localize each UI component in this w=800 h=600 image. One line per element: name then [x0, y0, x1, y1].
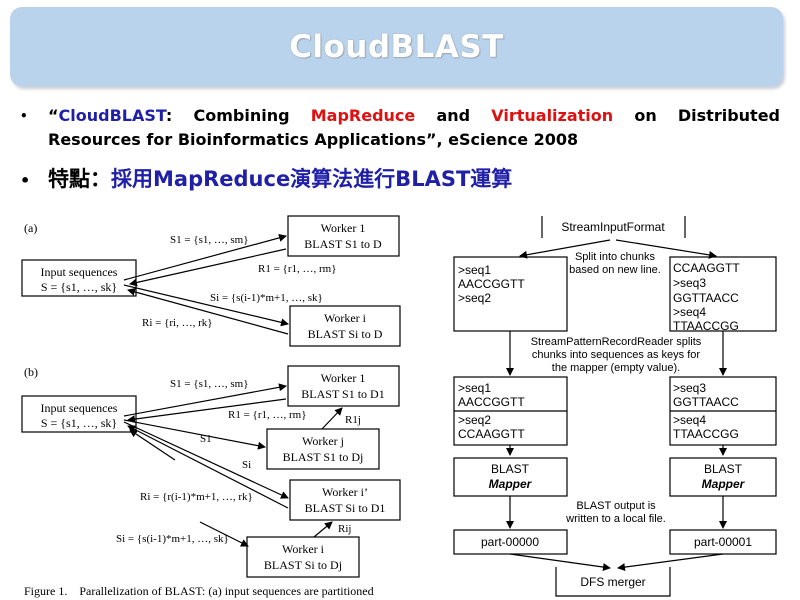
mapper-right-line1: BLAST [704, 462, 743, 476]
si-label-b: Si = {s(i-1)*m+1, …, sk} [116, 533, 229, 545]
citation-text: “CloudBLAST: Combining MapReduce and Vir… [48, 104, 780, 152]
worker1-b-line2: BLAST S1 to D1 [301, 387, 384, 401]
citation-part: and [415, 106, 492, 125]
feature-label: 特點： [48, 167, 111, 191]
input-label-a-line2: S = {s1, …, sk} [41, 280, 117, 294]
slide-title: CloudBLAST [289, 28, 504, 65]
bullet-feature: • 特點：採用MapReduce演算法進行BLAST運算 [20, 164, 512, 196]
s1-short-label-b: S1 [200, 433, 212, 445]
workeri-a-line1: Worker i [324, 311, 367, 325]
figure-caption: Figure 1. Parallelization of BLAST: (a) … [24, 584, 374, 598]
figure-right-diagram: StreamInputFormat Split into chunks base… [453, 216, 777, 597]
workeri2-b-line1: Worker i’ [322, 485, 368, 499]
chunk1-line: AACCGGTT [458, 277, 525, 291]
feature-value: 採用MapReduce演算法進行BLAST運算 [111, 167, 513, 191]
mapper-left-line1: BLAST [491, 462, 530, 476]
workerj-b-line1: Worker j [302, 434, 344, 448]
si-label-a: Si = {s(i-1)*m+1, …, sk} [210, 292, 323, 304]
bullet-dot: • [20, 171, 31, 190]
citation-term-virtualization: Virtualization [491, 106, 614, 125]
figure-left-diagram: (a) Input sequences S = {s1, …, sk} Work… [21, 215, 401, 598]
record-left-key: >seq2 [458, 413, 491, 427]
title-banner: CloudBLAST [10, 7, 783, 86]
panel-b-label: (b) [24, 365, 38, 379]
ri-label-b: Ri = {r(i-1)*m+1, …, rk} [140, 491, 253, 503]
record-left-seq: AACCGGTT [458, 395, 525, 409]
s1-label-a: S1 = {s1, …, sm} [170, 234, 249, 246]
citation-part: : Combining [165, 106, 311, 125]
worker1-a-line1: Worker 1 [321, 221, 366, 235]
reader-note-line1: StreamPatternRecordReader splits [531, 336, 702, 348]
workeri-b-line2: BLAST Si to Dj [264, 558, 342, 572]
workeri-b-line1: Worker i [282, 542, 325, 556]
r1-label-a: R1 = {r1, …, rm} [258, 263, 336, 275]
chunk2-line: GGTTAACC [673, 291, 739, 305]
workeri-a-line2: BLAST Si to D [308, 327, 383, 341]
citation-term-mapreduce: MapReduce [310, 106, 416, 125]
chunk2-line: TTAACCGG [673, 319, 739, 333]
mapper-right-line2: Mapper [702, 477, 746, 491]
input-label-b-line2: S = {s1, …, sk} [41, 416, 117, 430]
input-label-a-line1: Input sequences [41, 265, 118, 279]
r1-label-b: R1 = {r1, …, rm} [228, 409, 306, 421]
workeri2-b-line2: BLAST Si to D1 [305, 501, 386, 515]
bullet-dot: • [20, 109, 28, 123]
reader-note-line2: chunks into sequences as keys for [532, 349, 700, 361]
chunk1-line: >seq1 [458, 263, 491, 277]
workerj-b-line2: BLAST S1 to Dj [283, 450, 364, 464]
worker1-a-line2: BLAST S1 to D [304, 237, 382, 251]
split-note-line2: based on new line. [569, 264, 661, 276]
record-left-seq: CCAAGGTT [458, 427, 525, 441]
merger-label: DFS merger [580, 575, 645, 589]
quote-open: “ [48, 106, 59, 125]
worker1-b-line1: Worker 1 [321, 371, 366, 385]
ri-label-a: Ri = {ri, …, rk} [142, 317, 213, 329]
record-left-key: >seq1 [458, 381, 491, 395]
record-right-key: >seq4 [673, 413, 706, 427]
record-right-seq: TTAACCGG [673, 427, 739, 441]
mapper-left-line2: Mapper [489, 477, 533, 491]
citation-name: CloudBLAST [58, 106, 166, 125]
chunk2-line: >seq4 [673, 305, 706, 319]
bullet-paper-citation: • “CloudBLAST: Combining MapReduce and V… [20, 104, 780, 152]
part1-label: part-00001 [694, 535, 752, 549]
panel-a-label: (a) [24, 221, 37, 235]
record-right-seq: GGTTAACC [673, 395, 739, 409]
output-note-line2: written to a local file. [565, 513, 666, 525]
r1j-label-b: R1j [345, 414, 361, 426]
input-format-label: StreamInputFormat [561, 220, 665, 234]
output-note-line1: BLAST output is [576, 500, 656, 512]
record-right-key: >seq3 [673, 381, 706, 395]
input-label-b-line1: Input sequences [41, 401, 118, 415]
split-note-line1: Split into chunks [575, 251, 656, 263]
chunk2-line: >seq3 [673, 276, 706, 290]
si-short-label-b: Si [242, 459, 251, 471]
chunk1-line: >seq2 [458, 291, 491, 305]
s1-label-b: S1 = {s1, …, sm} [170, 378, 249, 390]
reader-note-line3: the mapper (empty value). [552, 362, 680, 374]
chunk2-line: CCAAGGTT [673, 261, 740, 275]
rij-label-b: Rij [338, 523, 351, 535]
part0-label: part-00000 [481, 535, 539, 549]
